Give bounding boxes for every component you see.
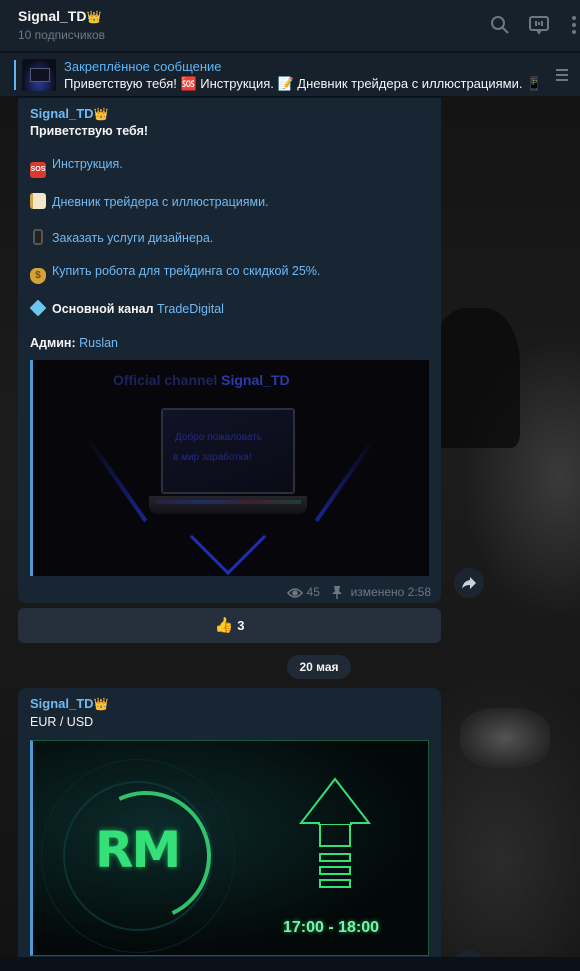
channel-name: Signal_TD — [18, 8, 87, 24]
laptop-screen: Добро пожаловать в мир заработка! — [161, 408, 295, 494]
view-count: 45 — [306, 584, 320, 599]
gem-icon — [29, 299, 47, 317]
designer-line: Заказать услуги дизайнера. — [30, 229, 213, 245]
chat-header: Signal_TD👑 10 подписчиков — [0, 0, 580, 52]
search-icon[interactable] — [488, 13, 512, 37]
crown-icon: 👑 — [93, 107, 109, 121]
bar-line — [319, 866, 351, 875]
main-channel-label: Основной канал — [52, 302, 154, 316]
message-meta: 45 изменено 2:58 — [287, 584, 431, 600]
more-icon[interactable] — [562, 13, 580, 37]
chat-area[interactable]: Signal_TD👑 Приветствую тебя! SOS Инструкц… — [0, 98, 580, 971]
main-channel-link[interactable]: TradeDigital — [157, 302, 224, 316]
diary-line: Дневник трейдера с иллюстрациями. — [30, 193, 269, 209]
background-figure — [430, 308, 520, 448]
admin-link[interactable]: Ruslan — [79, 336, 118, 350]
edited-time: изменено 2:58 — [350, 584, 431, 599]
pin-icon — [331, 584, 346, 600]
main-channel-line: Основной канал TradeDigital — [29, 299, 224, 317]
thumbs-up-icon: 👍 — [214, 617, 234, 634]
message-sender[interactable]: Signal_TD👑 — [30, 696, 109, 711]
money-bag-icon: $ — [30, 268, 46, 284]
robot-link[interactable]: Купить робота для трейдинга со скидкой 2… — [52, 264, 320, 278]
sender-name: Signal_TD — [30, 696, 94, 711]
bar-line — [319, 853, 351, 862]
message-bubble[interactable]: Signal_TD👑 Приветствую тебя! SOS Инструкц… — [18, 98, 441, 603]
livestream-icon[interactable] — [527, 13, 551, 37]
greeting-text: Приветствую тебя! — [30, 124, 149, 138]
pinned-thumbnail — [22, 59, 56, 91]
forward-button[interactable] — [454, 568, 484, 598]
arrow-up-icon — [299, 777, 371, 825]
bar-line — [319, 879, 351, 888]
message-bubble[interactable]: Signal_TD👑 EUR / USD RM 17:00 - 18:00 — [18, 688, 441, 971]
image-title: Official channel Signal_TD — [113, 372, 290, 388]
screen-line-1: Добро пожаловать — [175, 432, 263, 443]
pinned-indicator — [14, 60, 16, 90]
pinned-title: Закреплённое сообщение — [64, 59, 222, 74]
time-range: 17:00 - 18:00 — [283, 919, 380, 936]
sos-icon: SOS — [30, 162, 46, 178]
date-separator: 20 мая — [287, 655, 351, 679]
pair-text: EUR / USD — [30, 715, 94, 729]
instruction-link[interactable]: Инструкция. — [52, 157, 123, 171]
subscriber-count: 10 подписчиков — [18, 28, 106, 42]
forward-icon — [462, 577, 476, 589]
glow-line — [314, 437, 376, 523]
admin-line: Админ: Ruslan — [30, 336, 118, 350]
reaction-button[interactable]: 👍 3 — [18, 608, 441, 643]
pinned-text: Приветствую тебя! 🆘 Инструкция. 📝 Дневни… — [64, 76, 543, 91]
memo-icon — [30, 193, 46, 209]
rm-logo: RM — [95, 821, 181, 879]
image-title-part1: Official channel — [113, 372, 218, 388]
robot-line: $ Купить робота для трейдинга со скидкой … — [30, 264, 320, 284]
instruction-line: SOS Инструкция. — [30, 157, 123, 178]
reaction-count: 3 — [237, 618, 245, 633]
channel-title[interactable]: Signal_TD👑 — [18, 8, 101, 24]
arrow-stem — [319, 825, 351, 847]
message-image[interactable]: RM 17:00 - 18:00 — [30, 740, 429, 956]
eye-icon — [287, 585, 306, 599]
admin-label: Админ: — [30, 336, 76, 350]
phone-icon — [33, 229, 43, 245]
image-title-part2: Signal_TD — [221, 372, 290, 388]
pinned-message-bar[interactable]: Закреплённое сообщение Приветствую тебя!… — [0, 53, 580, 97]
crown-icon: 👑 — [86, 10, 102, 24]
pinned-list-icon[interactable] — [552, 65, 572, 85]
background-hand — [460, 708, 550, 768]
bottom-strip — [0, 957, 580, 971]
glow-line — [86, 437, 148, 523]
message-image[interactable]: Official channel Signal_TD Добро пожалов… — [30, 360, 429, 576]
crown-icon: 👑 — [93, 697, 109, 711]
greeting-line: Приветствую тебя! — [30, 124, 148, 138]
screen-line-2: в мир заработка! — [173, 452, 252, 463]
designer-link[interactable]: Заказать услуги дизайнера. — [52, 231, 213, 245]
sender-name: Signal_TD — [30, 106, 94, 121]
message-sender[interactable]: Signal_TD👑 — [30, 106, 109, 121]
diary-link[interactable]: Дневник трейдера с иллюстрациями. — [52, 195, 269, 209]
